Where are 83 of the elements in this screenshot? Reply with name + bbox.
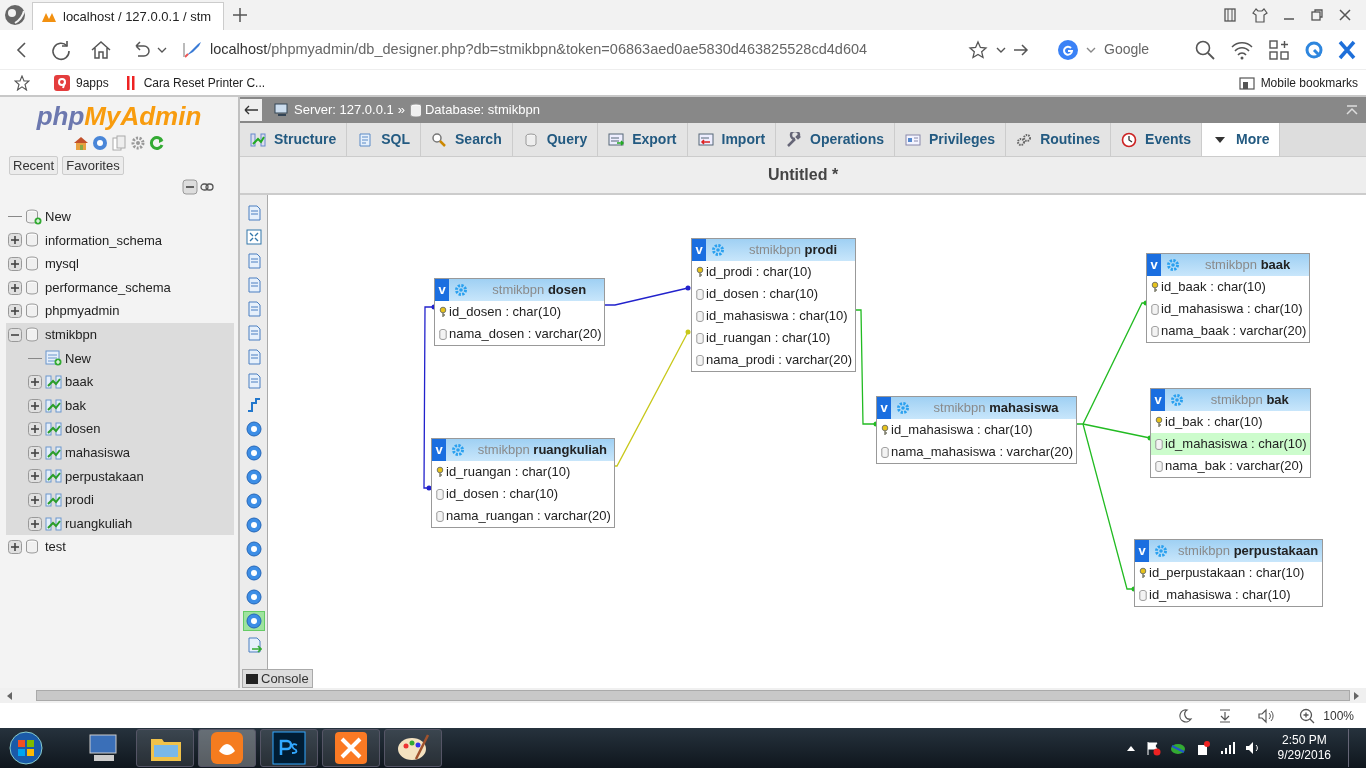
tree-item[interactable]: bak	[65, 395, 86, 416]
toggle-button[interactable]: v	[1135, 540, 1149, 562]
nav-tab[interactable]: Query	[512, 123, 599, 156]
column-row[interactable]: id_bak : char(10)	[1151, 411, 1310, 433]
column-row[interactable]: nama_mahasiswa : varchar(20)	[877, 441, 1077, 463]
table-title: stmikbpn baak	[1204, 256, 1292, 275]
clock[interactable]: 2:50 PM 9/29/2016	[1277, 733, 1331, 763]
sidebar-button[interactable]: Recent	[9, 156, 59, 175]
tree-item[interactable]: dosen	[65, 419, 101, 439]
table-header[interactable]: v stmikbpn baak	[1147, 254, 1310, 276]
column-row[interactable]: id_mahasiswa : char(10)	[1151, 433, 1310, 455]
phpmyadmin-logo: phpMyAdmin	[36, 101, 202, 131]
bookmark-link[interactable]: Cara Reset Printer C...	[126, 73, 266, 92]
tree-item[interactable]: New	[65, 348, 91, 369]
column-row[interactable]: id_mahasiswa : char(10)	[692, 305, 855, 327]
column-row[interactable]: id_ruangan : char(10)	[432, 461, 614, 483]
column-row[interactable]: id_perpustakaan : char(10)	[1135, 562, 1323, 584]
tree-item[interactable]: baak	[65, 372, 94, 392]
table-header[interactable]: v stmikbpn mahasiswa	[877, 397, 1077, 419]
toggle-button[interactable]: v	[432, 439, 446, 461]
tree-item[interactable]: test	[45, 537, 66, 557]
column-row[interactable]: id_ruangan : char(10)	[692, 327, 855, 349]
column-row[interactable]: id_dosen : char(10)	[435, 301, 605, 323]
column-row[interactable]: id_baak : char(10)	[1147, 276, 1310, 298]
browser-tab[interactable]: localhost / 127.0.0.1 / stm	[32, 2, 224, 30]
nav-tab[interactable]: Structure	[240, 123, 348, 156]
nav-tab[interactable]: More	[1201, 123, 1281, 156]
tree-item[interactable]: mahasiswa	[65, 443, 131, 463]
tree-item[interactable]: prodi	[65, 490, 94, 510]
nav-tab[interactable]: Events	[1111, 123, 1202, 156]
table-title: stmikbpn bak	[1209, 391, 1290, 410]
nav-tab[interactable]: Privileges	[895, 123, 1007, 156]
tab-title: localhost / 127.0.0.1 / stm	[63, 7, 212, 26]
nav-tab[interactable]: Import	[687, 123, 777, 156]
breadcrumb-link[interactable]: Database: stmikbpn	[424, 100, 540, 120]
tree-item[interactable]: information_schema	[45, 230, 163, 251]
table-title: stmikbpn prodi	[747, 241, 839, 260]
tree-item[interactable]: ruangkuliah	[65, 513, 133, 534]
column-row[interactable]: id_mahasiswa : char(10)	[1135, 584, 1323, 606]
zoom-level: 100%	[1323, 707, 1354, 725]
toggle-button[interactable]: v	[1147, 254, 1161, 276]
nav-tab[interactable]: Search	[421, 123, 513, 156]
table-header[interactable]: v stmikbpn ruangkuliah	[432, 439, 614, 461]
column-row[interactable]: id_prodi : char(10)	[692, 261, 855, 283]
column-row[interactable]: id_mahasiswa : char(10)	[877, 419, 1077, 441]
table-title: stmikbpn mahasiswa	[932, 399, 1060, 418]
column-row[interactable]: id_dosen : char(10)	[692, 283, 855, 305]
tree-item[interactable]: mysql	[45, 254, 79, 274]
tree-item[interactable]: phpmyadmin	[45, 301, 120, 321]
column-row[interactable]: nama_prodi : varchar(20)	[692, 349, 855, 371]
column-row[interactable]: nama_ruangan : varchar(20)	[432, 505, 614, 527]
tree-item[interactable]: perpustakaan	[65, 466, 144, 487]
mobile-bookmarks-link[interactable]: Mobile bookmarks	[1238, 73, 1358, 92]
sidebar-button[interactable]: Favorites	[62, 156, 124, 175]
column-row[interactable]: nama_baak : varchar(20)	[1147, 320, 1310, 342]
breadcrumb-link[interactable]: Server: 127.0.0.1	[294, 100, 394, 120]
breadcrumb-separator: »	[397, 101, 405, 120]
tree-item[interactable]: performance_schema	[45, 277, 171, 298]
column-row[interactable]: id_mahasiswa : char(10)	[1147, 298, 1310, 320]
nav-tab[interactable]: Operations	[776, 123, 895, 156]
nav-tab[interactable]: Export	[598, 123, 688, 156]
nav-tab[interactable]: Routines	[1006, 123, 1112, 156]
nav-tab[interactable]: SQL	[347, 123, 421, 156]
table-header[interactable]: v stmikbpn dosen	[435, 279, 605, 301]
toggle-button[interactable]: v	[435, 279, 449, 301]
url-field[interactable]: localhost/phpmyadmin/db_designer.php?db=stmikbpn&token=06863aed0ae5830d463825528cd4d604	[210, 38, 868, 61]
tree-item[interactable]: New	[45, 207, 71, 227]
console-tab[interactable]: Console	[242, 669, 313, 688]
table-title: stmikbpn ruangkuliah	[476, 441, 609, 460]
column-row[interactable]: nama_bak : varchar(20)	[1151, 455, 1310, 477]
table-header[interactable]: v stmikbpn prodi	[692, 239, 855, 261]
toggle-button[interactable]: v	[692, 239, 706, 261]
bookmark-link[interactable]: 9apps	[54, 73, 109, 92]
table-header[interactable]: v stmikbpn bak	[1151, 389, 1310, 411]
table-header[interactable]: v stmikbpn perpustakaan	[1135, 540, 1323, 562]
column-row[interactable]: id_dosen : char(10)	[432, 483, 614, 505]
column-row[interactable]: nama_dosen : varchar(20)	[435, 323, 605, 345]
search-engine-field[interactable]: Google	[1058, 39, 1188, 60]
table-title: stmikbpn perpustakaan	[1177, 542, 1319, 561]
table-title: stmikbpn dosen	[491, 281, 588, 300]
toggle-button[interactable]: v	[877, 397, 891, 419]
toggle-button[interactable]: v	[1151, 389, 1165, 411]
tree-item[interactable]: stmikbpn	[45, 325, 98, 345]
